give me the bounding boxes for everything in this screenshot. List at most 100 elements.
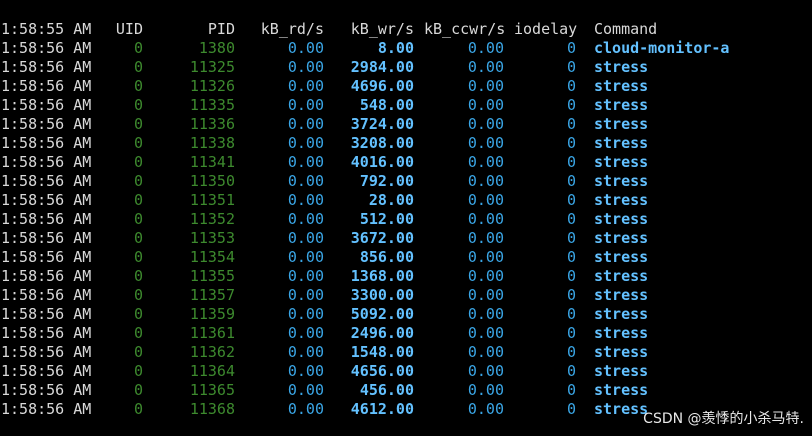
row-kb-rd: 0.00 <box>287 324 324 342</box>
row-uid: 0 <box>133 77 143 95</box>
row-kb-wr: 4612.00 <box>350 400 414 418</box>
row-time: 1:58:56 AM <box>1 400 92 418</box>
row-command: stress <box>594 400 649 418</box>
row-pid: 11352 <box>189 210 235 228</box>
row-time: 1:58:56 AM <box>1 381 92 399</box>
row-iodelay: 0 <box>566 58 576 76</box>
row-kb-ccwr: 0.00 <box>467 229 504 247</box>
row-kb-rd: 0.00 <box>287 343 324 361</box>
row-uid: 0 <box>133 381 143 399</box>
row-uid: 0 <box>133 134 143 152</box>
row-iodelay: 0 <box>566 210 576 228</box>
row-kb-rd: 0.00 <box>287 362 324 380</box>
row-kb-rd: 0.00 <box>287 305 324 323</box>
row-kb-ccwr: 0.00 <box>467 324 504 342</box>
row-iodelay: 0 <box>566 248 576 266</box>
row-uid: 0 <box>133 153 143 171</box>
row-pid: 11338 <box>189 134 235 152</box>
row-kb-ccwr: 0.00 <box>467 343 504 361</box>
header-iodelay: iodelay <box>514 20 578 38</box>
row-iodelay: 0 <box>566 191 576 209</box>
row-iodelay: 0 <box>566 153 576 171</box>
row-time: 1:58:56 AM <box>1 134 92 152</box>
header-command: Command <box>594 20 658 38</box>
row-time: 1:58:56 AM <box>1 210 92 228</box>
row-kb-ccwr: 0.00 <box>467 400 504 418</box>
row-kb-rd: 0.00 <box>287 115 324 133</box>
row-command: stress <box>594 267 649 285</box>
row-kb-wr: 4696.00 <box>350 77 414 95</box>
header-uid: UID <box>115 20 143 38</box>
row-pid: 11364 <box>189 362 235 380</box>
row-time: 1:58:56 AM <box>1 286 92 304</box>
table-row: 1:58:56 AM 0 11350 0.00 792.00 0.00 0 stress <box>0 172 812 191</box>
row-kb-ccwr: 0.00 <box>467 305 504 323</box>
row-kb-rd: 0.00 <box>287 191 324 209</box>
row-iodelay: 0 <box>566 77 576 95</box>
row-uid: 0 <box>133 343 143 361</box>
row-iodelay: 0 <box>566 381 576 399</box>
row-kb-wr: 3208.00 <box>350 134 414 152</box>
row-kb-wr: 28.00 <box>368 191 414 209</box>
table-row: 1:58:56 AM 0 11364 0.00 4656.00 0.00 0 stress <box>0 362 812 381</box>
row-uid: 0 <box>133 58 143 76</box>
terminal-window[interactable]: 1:58:55 AM UID PID kB_rd/s kB_wr/s kB_cc… <box>0 0 812 436</box>
row-uid: 0 <box>133 210 143 228</box>
row-pid: 1380 <box>198 39 235 57</box>
row-kb-rd: 0.00 <box>287 153 324 171</box>
table-row: 1:58:56 AM 0 11335 0.00 548.00 0.00 0 stress <box>0 96 812 115</box>
row-uid: 0 <box>133 115 143 133</box>
row-uid: 0 <box>133 400 143 418</box>
table-row: 1:58:56 AM 0 11351 0.00 28.00 0.00 0 stress <box>0 191 812 210</box>
row-command: stress <box>594 248 649 266</box>
row-pid: 11336 <box>189 115 235 133</box>
header-kb-rd: kB_rd/s <box>260 20 324 38</box>
row-time: 1:58:56 AM <box>1 77 92 95</box>
table-row: 1:58:56 AM 0 11325 0.00 2984.00 0.00 0 stress <box>0 58 812 77</box>
row-kb-wr: 5092.00 <box>350 305 414 323</box>
table-row: 1:58:56 AM 0 11354 0.00 856.00 0.00 0 stress <box>0 248 812 267</box>
row-time: 1:58:56 AM <box>1 362 92 380</box>
row-kb-ccwr: 0.00 <box>467 267 504 285</box>
row-kb-ccwr: 0.00 <box>467 58 504 76</box>
row-kb-ccwr: 0.00 <box>467 172 504 190</box>
row-kb-rd: 0.00 <box>287 381 324 399</box>
row-uid: 0 <box>133 324 143 342</box>
row-time: 1:58:56 AM <box>1 267 92 285</box>
row-command: stress <box>594 96 649 114</box>
header-kb-wr: kB_wr/s <box>350 20 414 38</box>
row-uid: 0 <box>133 267 143 285</box>
table-row: 1:58:56 AM 0 11326 0.00 4696.00 0.00 0 stress <box>0 77 812 96</box>
row-kb-rd: 0.00 <box>287 39 324 57</box>
row-pid: 11361 <box>189 324 235 342</box>
row-kb-ccwr: 0.00 <box>467 362 504 380</box>
row-kb-rd: 0.00 <box>287 286 324 304</box>
row-time: 1:58:56 AM <box>1 153 92 171</box>
row-command: stress <box>594 286 649 304</box>
row-kb-ccwr: 0.00 <box>467 39 504 57</box>
row-iodelay: 0 <box>566 286 576 304</box>
row-kb-wr: 4016.00 <box>350 153 414 171</box>
row-kb-wr: 792.00 <box>359 172 414 190</box>
row-kb-ccwr: 0.00 <box>467 96 504 114</box>
table-row: 1:58:56 AM 0 1380 0.00 8.00 0.00 0 cloud-monito… <box>0 39 812 58</box>
row-iodelay: 0 <box>566 229 576 247</box>
row-pid: 11362 <box>189 343 235 361</box>
row-command: stress <box>594 58 649 76</box>
table-row: 1:58:56 AM 0 11362 0.00 1548.00 0.00 0 stress <box>0 343 812 362</box>
row-uid: 0 <box>133 96 143 114</box>
row-command: stress <box>594 134 649 152</box>
row-command: cloud-monitor-a <box>594 39 730 57</box>
row-kb-wr: 3300.00 <box>350 286 414 304</box>
row-time: 1:58:56 AM <box>1 39 92 57</box>
table-row: 1:58:56 AM 0 11353 0.00 3672.00 0.00 0 stress <box>0 229 812 248</box>
row-pid: 11351 <box>189 191 235 209</box>
row-kb-wr: 3724.00 <box>350 115 414 133</box>
row-kb-rd: 0.00 <box>287 134 324 152</box>
row-time: 1:58:56 AM <box>1 115 92 133</box>
row-iodelay: 0 <box>566 305 576 323</box>
watermark: CSDN @羡悸的小杀马特. <box>643 411 804 427</box>
row-kb-wr: 2496.00 <box>350 324 414 342</box>
row-command: stress <box>594 115 649 133</box>
row-iodelay: 0 <box>566 267 576 285</box>
